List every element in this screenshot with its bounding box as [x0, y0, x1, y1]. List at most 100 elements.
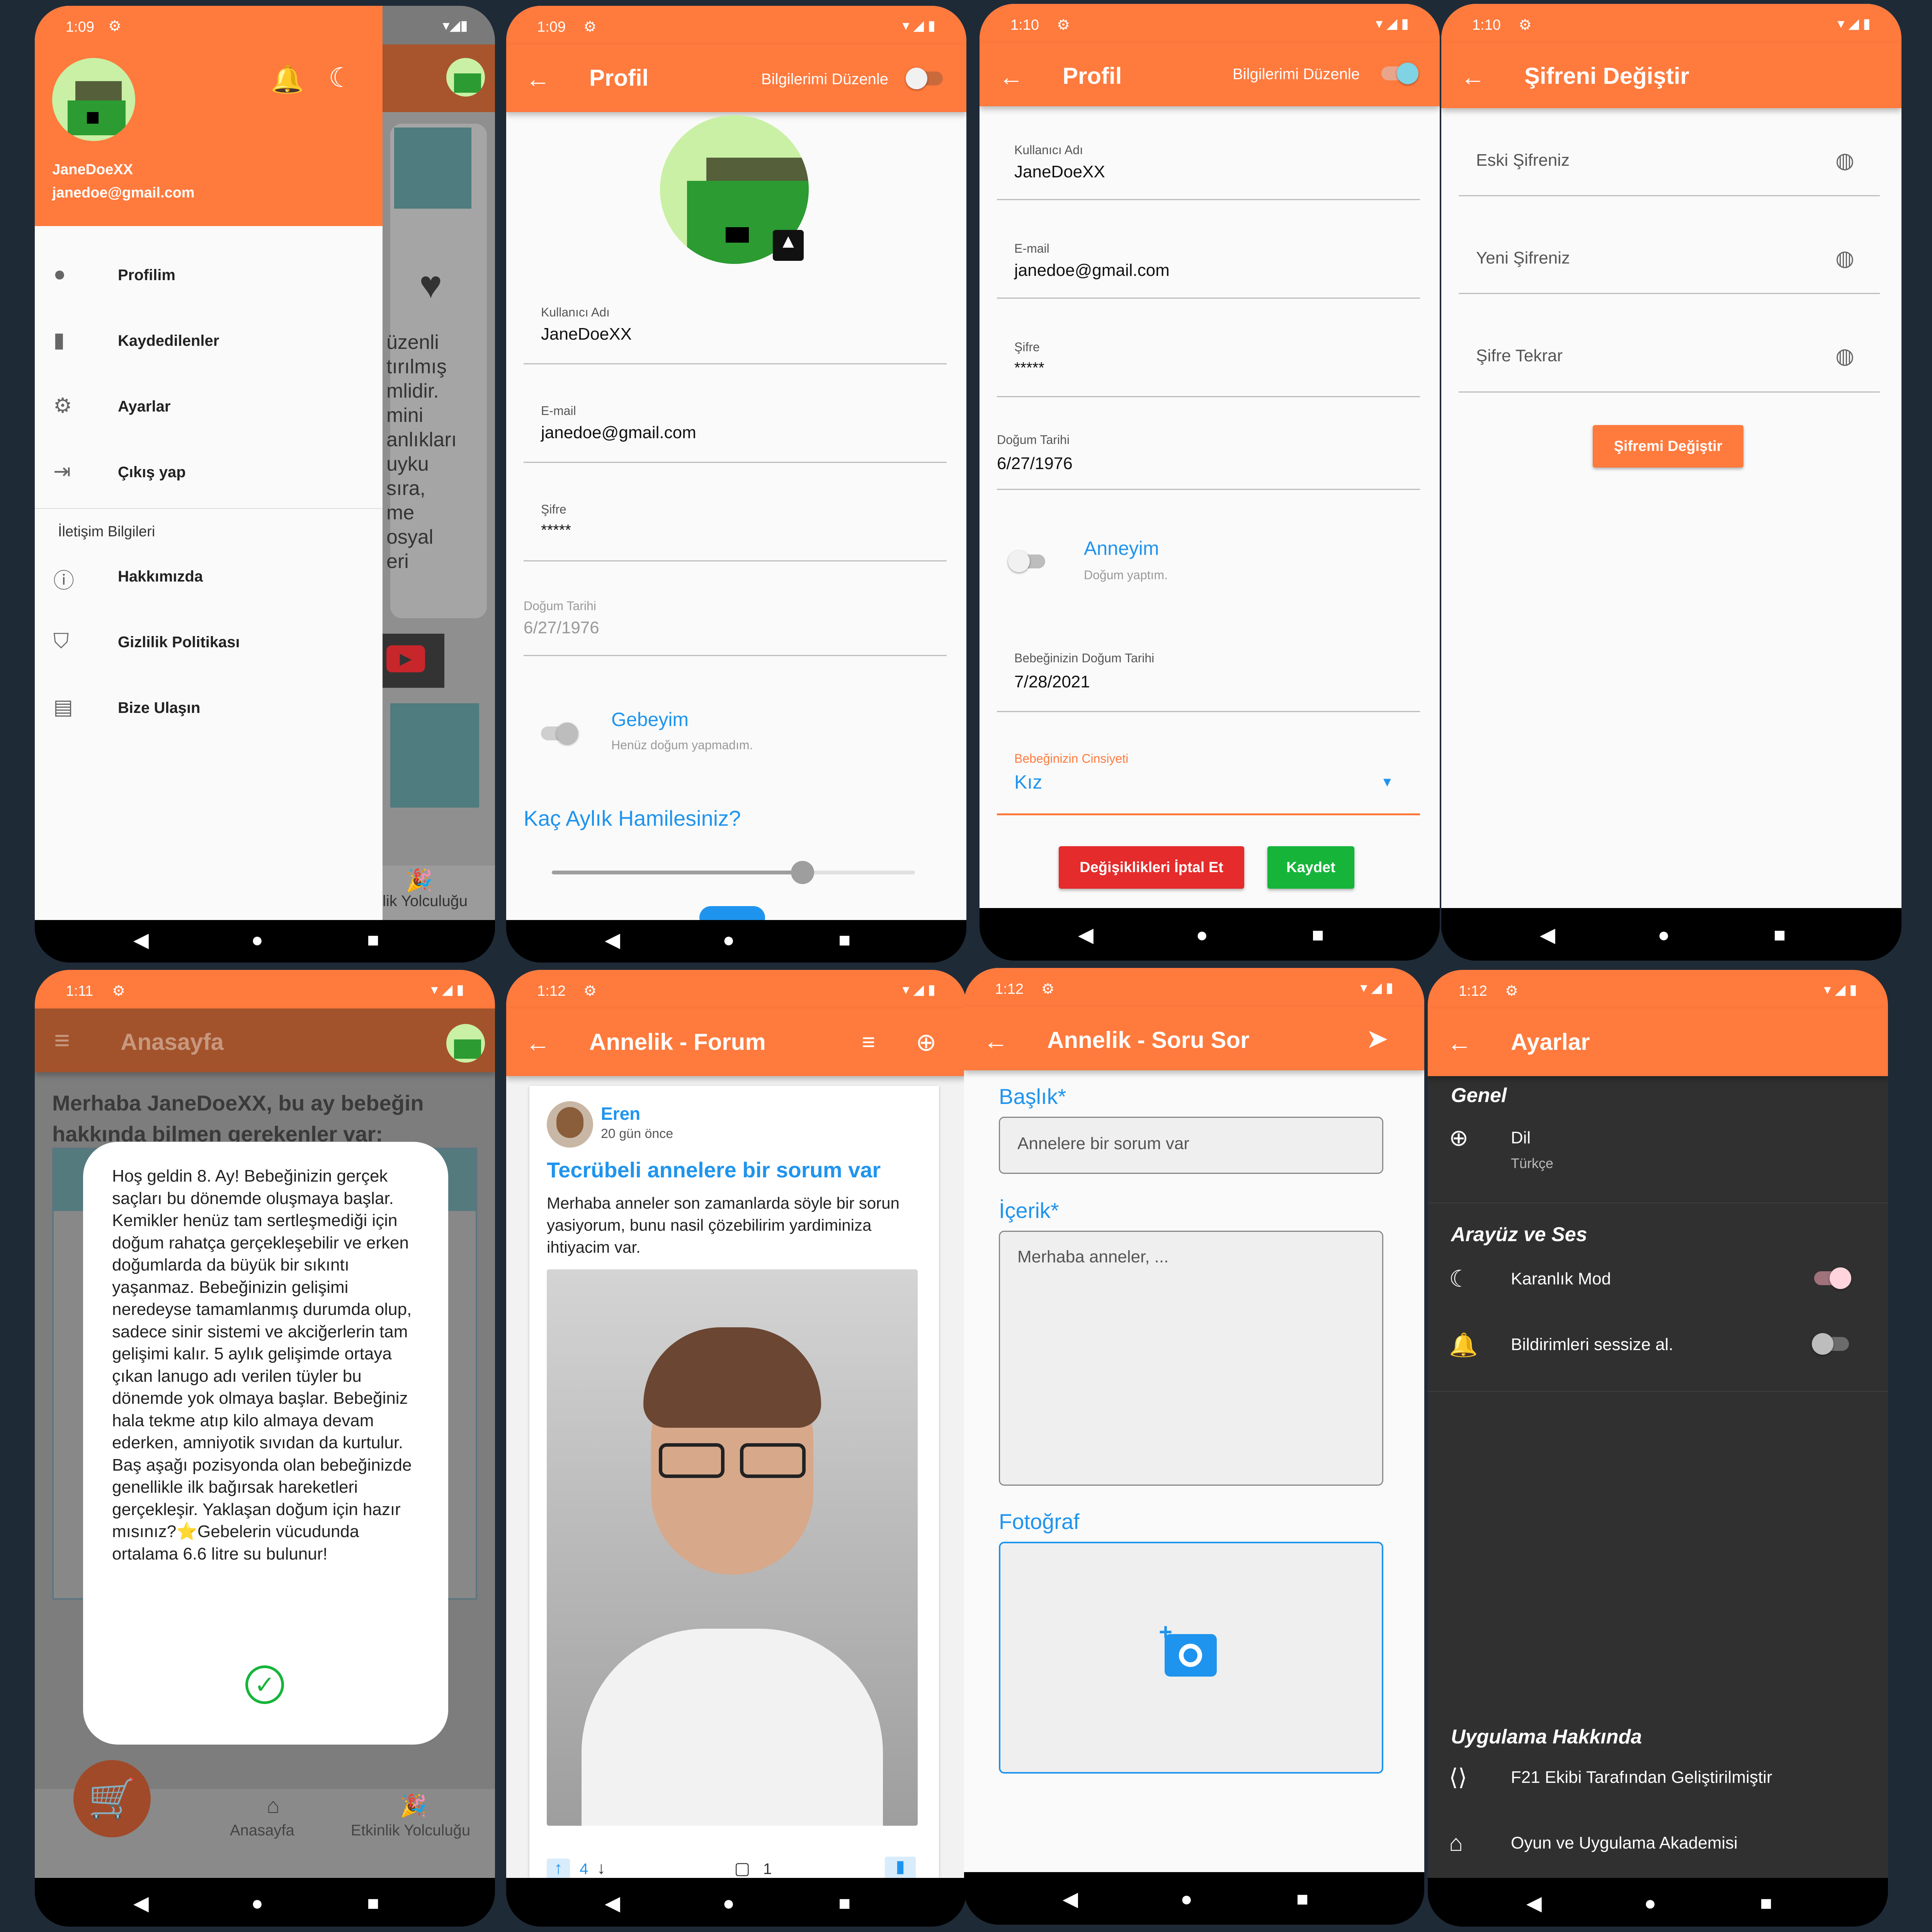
drawer-item-privacy[interactable]: ⛉ Gizlilik Politikası — [35, 614, 383, 668]
birthdate-field[interactable]: 6/27/1976 — [997, 454, 1073, 473]
dropdown-arrow-icon[interactable]: ▾ — [1383, 773, 1391, 791]
photo-picker[interactable]: + — [999, 1542, 1383, 1774]
back-icon[interactable]: ◀ — [1540, 923, 1555, 947]
divider — [35, 508, 383, 509]
recents-icon[interactable]: ■ — [838, 1892, 850, 1915]
recents-icon[interactable]: ■ — [1774, 923, 1786, 947]
birthdate-field[interactable]: 6/27/1976 — [524, 618, 599, 638]
username-field[interactable]: JaneDoeXX — [541, 325, 632, 344]
repeat-password-field[interactable]: Şifre Tekrar — [1476, 346, 1563, 366]
home-icon[interactable]: ● — [723, 929, 735, 952]
home-icon[interactable]: ● — [1644, 1892, 1656, 1915]
new-password-field[interactable]: Yeni Şifreniz — [1476, 248, 1570, 268]
page-title: Profil — [1063, 63, 1122, 89]
language-row[interactable]: ⊕ Dil Türkçe — [1428, 1124, 1888, 1190]
back-arrow-icon[interactable]: ← — [1447, 1029, 1472, 1057]
dark-mode-moon-icon[interactable]: ☾ — [328, 62, 353, 94]
home-icon[interactable]: ● — [723, 1892, 735, 1915]
post-image[interactable] — [547, 1269, 918, 1826]
change-password-button[interactable]: Şifremi Değiştir — [1593, 425, 1743, 468]
back-icon[interactable]: ◀ — [1063, 1888, 1078, 1911]
months-slider[interactable] — [552, 861, 915, 884]
avatar[interactable] — [52, 58, 135, 141]
post-title[interactable]: Tecrübeli annelere bir sorum var — [547, 1157, 881, 1182]
upvote-icon[interactable]: ↑ — [547, 1859, 570, 1878]
back-icon[interactable]: ◀ — [1526, 1892, 1542, 1915]
developer-row[interactable]: ⟨⟩ F21 Ekibi Tarafından Geliştirilmiştir — [1428, 1764, 1888, 1806]
comment-icon[interactable]: ▢ — [734, 1859, 750, 1878]
info-icon: ⓘ — [53, 569, 74, 592]
drawer-item-settings[interactable]: ⚙ Ayarlar — [35, 379, 383, 433]
drawer-item-logout[interactable]: ⇥ Çıkış yap — [35, 444, 383, 498]
email-field[interactable]: janedoe@gmail.com — [541, 423, 696, 442]
check-circle-icon[interactable]: ✓ — [245, 1665, 284, 1704]
dark-mode-switch[interactable] — [1814, 1267, 1851, 1289]
cancel-changes-button[interactable]: Değişiklikleri İptal Et — [1059, 846, 1244, 889]
avatar[interactable] — [547, 1101, 593, 1148]
recents-icon[interactable]: ■ — [838, 929, 850, 952]
email-field[interactable]: janedoe@gmail.com — [1014, 261, 1170, 280]
edit-switch[interactable] — [1381, 63, 1418, 84]
visibility-off-icon[interactable]: ◍ — [1835, 343, 1854, 369]
drawer-item-contact[interactable]: ▤ Bize Ulaşın — [35, 680, 383, 734]
mute-switch[interactable] — [1812, 1333, 1849, 1355]
back-arrow-icon[interactable]: ← — [526, 1029, 550, 1057]
baby-birthdate-field[interactable]: 7/28/2021 — [1014, 672, 1090, 692]
mother-switch[interactable] — [1008, 551, 1045, 572]
password-field[interactable]: ***** — [1014, 359, 1044, 377]
home-icon[interactable]: ● — [251, 929, 263, 952]
recents-icon[interactable]: ■ — [367, 929, 379, 952]
notification-bell-icon[interactable]: 🔔 — [270, 64, 304, 95]
edit-switch[interactable] — [906, 68, 943, 89]
home-icon[interactable]: ● — [1658, 923, 1670, 947]
content-textarea[interactable]: Merhaba anneler, ... — [999, 1231, 1383, 1486]
back-icon[interactable]: ◀ — [133, 929, 149, 952]
back-icon[interactable]: ◀ — [1078, 923, 1094, 947]
academy-row[interactable]: ⌂ Oyun ve Uygulama Akademisi — [1428, 1830, 1888, 1872]
bookmark-icon[interactable]: ▮ — [885, 1857, 916, 1878]
downvote-icon[interactable]: ↓ — [597, 1859, 605, 1878]
appbar-avatar[interactable] — [446, 1024, 485, 1063]
appbar-avatar[interactable] — [446, 58, 485, 97]
username-field[interactable]: JaneDoeXX — [1014, 162, 1105, 182]
recents-icon[interactable]: ■ — [1296, 1888, 1308, 1911]
status-icons: ▾◢▮ — [1360, 980, 1397, 995]
back-icon[interactable]: ◀ — [605, 929, 620, 952]
save-button[interactable]: Kaydet — [1267, 846, 1354, 889]
drawer-item-profile[interactable]: ● Profilim — [35, 247, 383, 301]
back-icon[interactable]: ◀ — [605, 1892, 620, 1915]
sort-icon[interactable]: ≡ — [862, 1029, 875, 1055]
back-arrow-icon[interactable]: ← — [999, 63, 1024, 91]
back-icon[interactable]: ◀ — [133, 1892, 149, 1915]
visibility-off-icon[interactable]: ◍ — [1835, 245, 1854, 271]
send-icon[interactable]: ➤ — [1366, 1023, 1389, 1054]
tab-home[interactable]: Anasayfa — [230, 1822, 294, 1839]
drawer-item-saved[interactable]: ▮ Kaydedilenler — [35, 313, 383, 367]
page-title: Annelik - Soru Sor — [1047, 1027, 1250, 1053]
home-icon[interactable]: ● — [1180, 1888, 1192, 1911]
visibility-off-icon[interactable]: ◍ — [1835, 148, 1854, 173]
add-photo-icon[interactable]: + — [1159, 1619, 1217, 1677]
back-arrow-icon[interactable]: ← — [983, 1027, 1008, 1055]
status-icons: ▾◢▮ — [442, 17, 468, 33]
old-password-field[interactable]: Eski Şifreniz — [1476, 151, 1570, 170]
title-input[interactable]: Annelere bir sorum var — [999, 1117, 1383, 1174]
author-name[interactable]: Eren — [601, 1103, 640, 1124]
recents-icon[interactable]: ■ — [1312, 923, 1324, 947]
home-icon[interactable]: ● — [1196, 923, 1208, 947]
recents-icon[interactable]: ■ — [1760, 1892, 1772, 1915]
back-arrow-icon[interactable]: ← — [1461, 63, 1485, 91]
drawer-item-about[interactable]: ⓘ Hakkımızda — [35, 549, 383, 603]
recents-icon[interactable]: ■ — [367, 1892, 379, 1915]
back-arrow-icon[interactable]: ← — [526, 65, 550, 93]
pregnant-switch[interactable] — [541, 723, 578, 744]
home-icon[interactable]: ● — [251, 1892, 263, 1915]
password-field[interactable]: ***** — [541, 522, 571, 539]
stroller-fab[interactable]: 🛒 — [73, 1760, 151, 1837]
slider-thumb[interactable] — [791, 861, 814, 884]
gender-dropdown[interactable]: Kız — [1014, 771, 1042, 793]
add-circle-icon[interactable]: ⊕ — [916, 1028, 937, 1057]
tab-activity-journey[interactable]: Etkinlik Yolculuğu — [351, 1822, 470, 1839]
menu-icon[interactable]: ≡ — [54, 1025, 70, 1056]
change-photo-icon[interactable]: ▲ — [773, 230, 804, 261]
